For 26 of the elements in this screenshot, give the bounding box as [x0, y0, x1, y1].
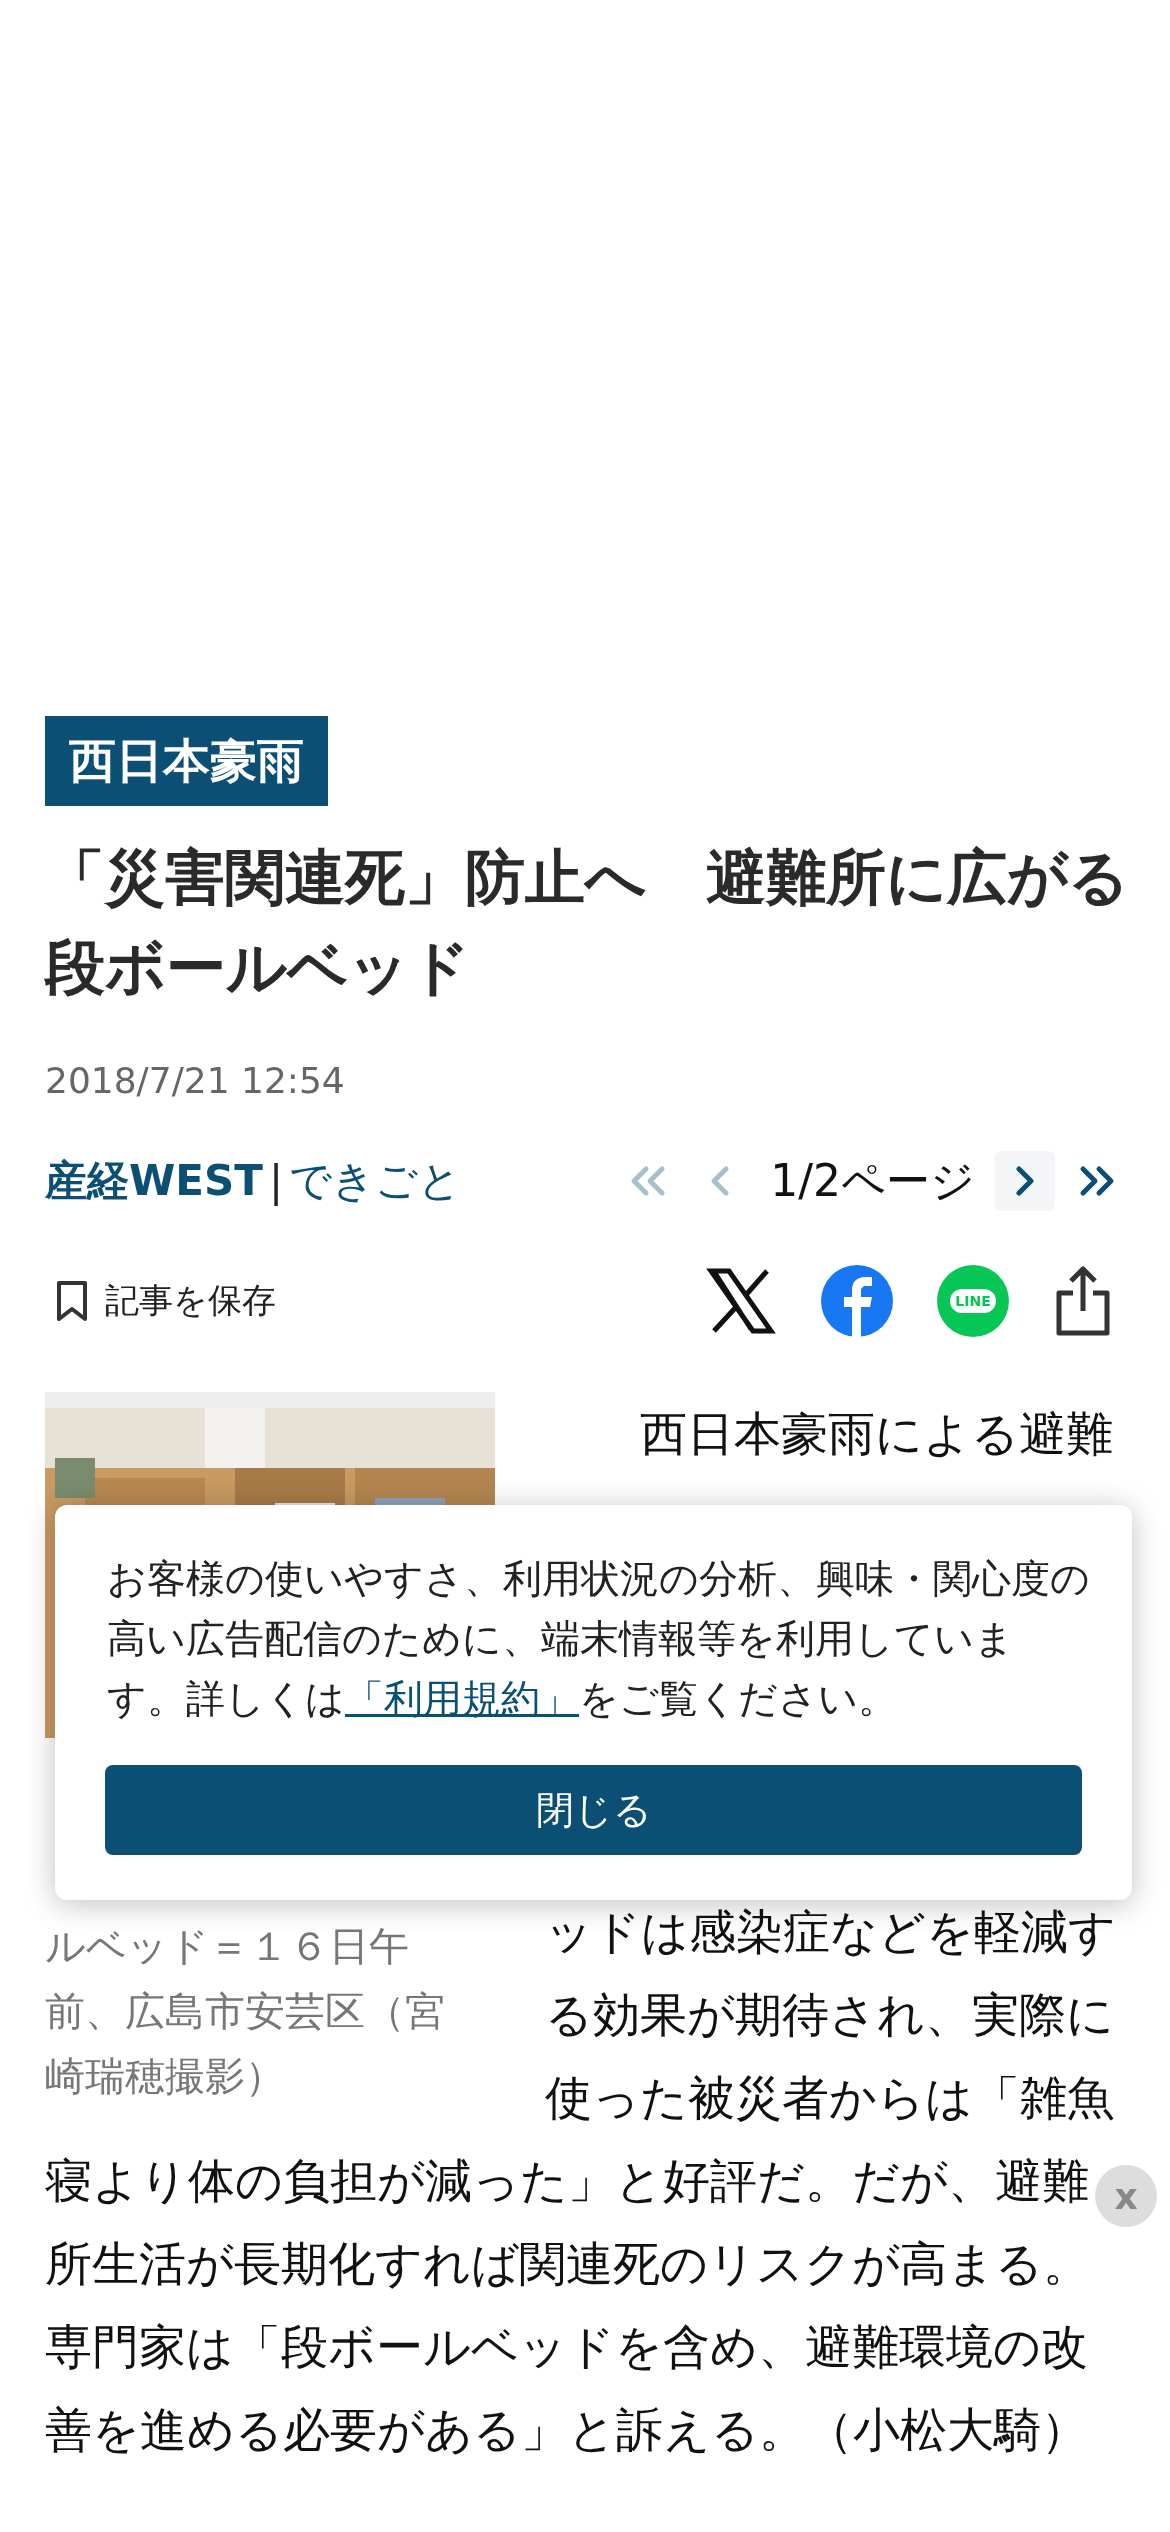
- photo-caption: 崎瑞穂撮影）: [45, 2052, 286, 2101]
- article-text: 専門家は「段ボールベッドを含め、避難環境の改: [45, 2318, 1089, 2376]
- save-article-button[interactable]: 記事を保存: [45, 1278, 276, 1324]
- article-text: 所生活が長期化すれば関連死のリスクが高まる。: [45, 2235, 1091, 2293]
- source-link[interactable]: 産経WEST: [45, 1153, 263, 1209]
- article-text: ッドは感染症などを軽減す: [545, 1903, 1117, 1961]
- category-tag[interactable]: 西日本豪雨: [45, 716, 328, 806]
- article-headline: 段ボールベッド: [45, 931, 471, 1004]
- consent-text: お客様の使いやすさ、利用状況の分析、興味・関心度の高い広告配信のために、端末情報等を利用しています。詳しくは「利用規約」をご覧ください。: [107, 1555, 1090, 1723]
- close-button[interactable]: 閉じる: [105, 1765, 1082, 1855]
- page-indicator: 1/2ページ: [770, 1153, 975, 1208]
- section-link[interactable]: できごと: [289, 1153, 462, 1209]
- bookmark-icon: [55, 1279, 89, 1323]
- publish-date: 2018/7/21 12:54: [45, 1059, 346, 1103]
- article-text: 寝より体の負担が減った」と好評だ。だが、避難: [45, 2152, 1090, 2210]
- article-text: 使った被災者からは「雑魚: [545, 2069, 1115, 2127]
- separator: |: [268, 1156, 284, 1206]
- chevron-icon[interactable]: [995, 1151, 1055, 1211]
- terms-link[interactable]: 「利用規約」: [345, 1676, 579, 1721]
- article-headline: 「災害関連死」防止へ 避難所に広がる: [45, 841, 1125, 914]
- article-text: る効果が期待され、実際に: [545, 1986, 1115, 2044]
- photo-caption: 前、広島市安芸区（宮: [45, 1987, 446, 2036]
- article-text: 西日本豪雨による避難: [639, 1405, 1114, 1463]
- photo-caption: ルベッド＝１６日午: [45, 1922, 410, 1971]
- facebook-icon[interactable]: [821, 1265, 893, 1337]
- article-text: 善を進める必要がある」と訴える。（小松大騎）: [45, 2401, 1089, 2459]
